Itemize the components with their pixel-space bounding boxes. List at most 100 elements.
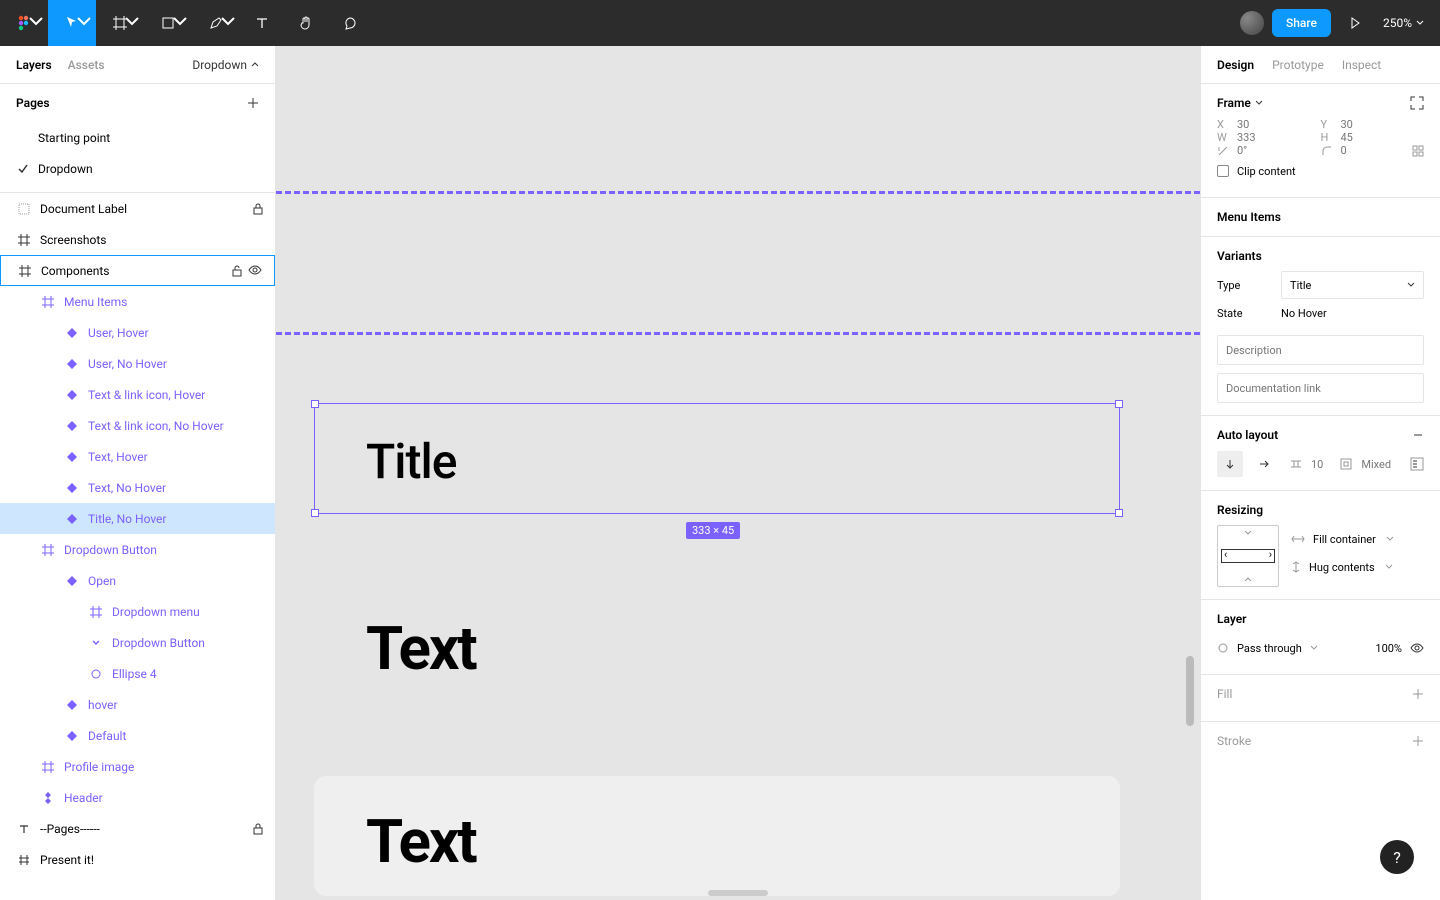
resize-handle-tr[interactable] xyxy=(1115,400,1123,408)
right-panel-tabs: Design Prototype Inspect xyxy=(1201,46,1440,84)
visibility-icon[interactable] xyxy=(1410,643,1424,653)
padding-icon xyxy=(1339,457,1353,471)
tab-inspect[interactable]: Inspect xyxy=(1342,58,1381,72)
chevron-icon xyxy=(88,638,104,648)
layer-row-present-it-[interactable]: Present it! xyxy=(0,844,275,875)
frame-tool-button[interactable] xyxy=(96,0,144,46)
independent-corners-icon[interactable] xyxy=(1412,145,1424,157)
y-value[interactable]: 30 xyxy=(1341,118,1353,131)
lock-icon xyxy=(253,823,263,835)
layer-row-components[interactable]: Components xyxy=(0,255,275,286)
padding-value[interactable]: Mixed xyxy=(1361,458,1391,471)
resize-handle-tl[interactable] xyxy=(311,400,319,408)
share-button[interactable]: Share xyxy=(1272,9,1331,37)
tab-assets[interactable]: Assets xyxy=(68,58,105,72)
layer-row-header[interactable]: Header xyxy=(0,782,275,813)
user-avatar[interactable] xyxy=(1240,11,1264,35)
variants-header: Variants xyxy=(1217,249,1262,263)
gap-value[interactable]: 10 xyxy=(1311,458,1323,471)
frame-dropdown[interactable]: Frame xyxy=(1217,96,1263,110)
tab-layers[interactable]: Layers xyxy=(16,58,52,72)
variant-doclink-input[interactable] xyxy=(1217,373,1424,403)
direction-vertical-button[interactable] xyxy=(1217,451,1243,477)
resize-handle-br[interactable] xyxy=(1115,509,1123,517)
layer-row--pages-[interactable]: --Pages------ xyxy=(0,813,275,844)
right-panel: Design Prototype Inspect Frame X30 Y30 W… xyxy=(1200,46,1440,900)
layer-row-dropdown-button[interactable]: Dropdown Button xyxy=(0,534,275,565)
hand-tool-button[interactable] xyxy=(284,0,328,46)
resize-to-fit-icon[interactable] xyxy=(1410,96,1424,110)
h-value[interactable]: 45 xyxy=(1341,131,1353,144)
fill-section: Fill xyxy=(1201,675,1440,722)
layer-row-dropdown-button[interactable]: Dropdown Button xyxy=(0,627,275,658)
rotation-value[interactable]: 0° xyxy=(1237,144,1247,157)
horizontal-resize-value[interactable]: Fill container xyxy=(1313,533,1376,546)
variant-type-select[interactable]: Title xyxy=(1281,271,1424,299)
layer-row-open[interactable]: Open xyxy=(0,565,275,596)
x-label: X xyxy=(1217,118,1229,131)
variant-state-value[interactable]: No Hover xyxy=(1281,307,1327,320)
layer-label: Present it! xyxy=(40,853,263,867)
present-button[interactable] xyxy=(1339,7,1371,39)
layer-row-text-no-hover[interactable]: Text, No Hover xyxy=(0,472,275,503)
canvas-text-2: Text xyxy=(366,806,476,877)
page-item-starting-point[interactable]: Starting point xyxy=(0,122,275,153)
layer-row-title-no-hover[interactable]: Title, No Hover xyxy=(0,503,275,534)
left-panel-tabs: Layers Assets Dropdown xyxy=(0,46,275,84)
tab-design[interactable]: Design xyxy=(1217,58,1254,72)
add-stroke-button[interactable] xyxy=(1412,735,1424,747)
w-value[interactable]: 333 xyxy=(1237,131,1256,144)
x-value[interactable]: 30 xyxy=(1237,118,1249,131)
help-button[interactable]: ? xyxy=(1380,840,1414,874)
shape-tool-button[interactable] xyxy=(144,0,192,46)
remove-autolayout-button[interactable] xyxy=(1412,429,1424,441)
zoom-dropdown[interactable]: 250% xyxy=(1379,16,1428,30)
move-tool-button[interactable] xyxy=(48,0,96,46)
resize-handle-bl[interactable] xyxy=(311,509,319,517)
add-fill-button[interactable] xyxy=(1412,688,1424,700)
alignment-button[interactable] xyxy=(1410,457,1424,471)
w-label: W xyxy=(1217,131,1229,144)
corner-value[interactable]: 0 xyxy=(1341,144,1347,157)
layer-row-user-hover[interactable]: User, Hover xyxy=(0,317,275,348)
clip-content-checkbox[interactable] xyxy=(1217,165,1229,177)
opacity-value[interactable]: 100% xyxy=(1375,642,1402,655)
layer-row-menu-items[interactable]: Menu Items xyxy=(0,286,275,317)
frame-icon xyxy=(16,234,32,246)
visibility-icon[interactable] xyxy=(248,265,262,277)
vertical-resize-value[interactable]: Hug contents xyxy=(1309,561,1375,574)
component-name: Menu Items xyxy=(1217,210,1424,224)
page-item-dropdown[interactable]: Dropdown xyxy=(0,153,275,184)
blend-mode-value[interactable]: Pass through xyxy=(1237,642,1302,655)
layer-row-document-label[interactable]: Document Label xyxy=(0,193,275,224)
layer-row-text-link-icon-no-hover[interactable]: Text & link icon, No Hover xyxy=(0,410,275,441)
spacing-icon xyxy=(1289,457,1303,471)
layer-row-text-hover[interactable]: Text, Hover xyxy=(0,441,275,472)
layer-row-ellipse-4[interactable]: Ellipse 4 xyxy=(0,658,275,689)
canvas[interactable]: Title 333 × 45 Text Text xyxy=(276,46,1200,900)
page-dropdown[interactable]: Dropdown xyxy=(192,58,259,72)
comment-tool-button[interactable] xyxy=(328,0,372,46)
add-page-button[interactable] xyxy=(247,97,259,109)
layer-row-screenshots[interactable]: Screenshots xyxy=(0,224,275,255)
resizing-diagram[interactable] xyxy=(1217,525,1279,587)
unlock-icon[interactable] xyxy=(232,265,242,277)
layer-row-profile-image[interactable]: Profile image xyxy=(0,751,275,782)
tab-prototype[interactable]: Prototype xyxy=(1272,58,1324,72)
layer-row-dropdown-menu[interactable]: Dropdown menu xyxy=(0,596,275,627)
layer-row-user-no-hover[interactable]: User, No Hover xyxy=(0,348,275,379)
text-tool-button[interactable] xyxy=(240,0,284,46)
horizontal-scrollbar[interactable] xyxy=(708,890,768,896)
layer-row-text-link-icon-hover[interactable]: Text & link icon, Hover xyxy=(0,379,275,410)
layer-row-default[interactable]: Default xyxy=(0,720,275,751)
figma-menu-button[interactable] xyxy=(0,0,48,46)
arrow-right-icon xyxy=(1258,458,1270,470)
diamond-icon xyxy=(64,390,80,400)
direction-horizontal-button[interactable] xyxy=(1251,451,1277,477)
vertical-scrollbar[interactable] xyxy=(1186,656,1194,726)
page-label: Dropdown xyxy=(38,162,93,176)
variant-description-input[interactable] xyxy=(1217,335,1424,365)
layer-row-hover[interactable]: hover xyxy=(0,689,275,720)
pen-tool-button[interactable] xyxy=(192,0,240,46)
frame-icon xyxy=(17,265,33,277)
